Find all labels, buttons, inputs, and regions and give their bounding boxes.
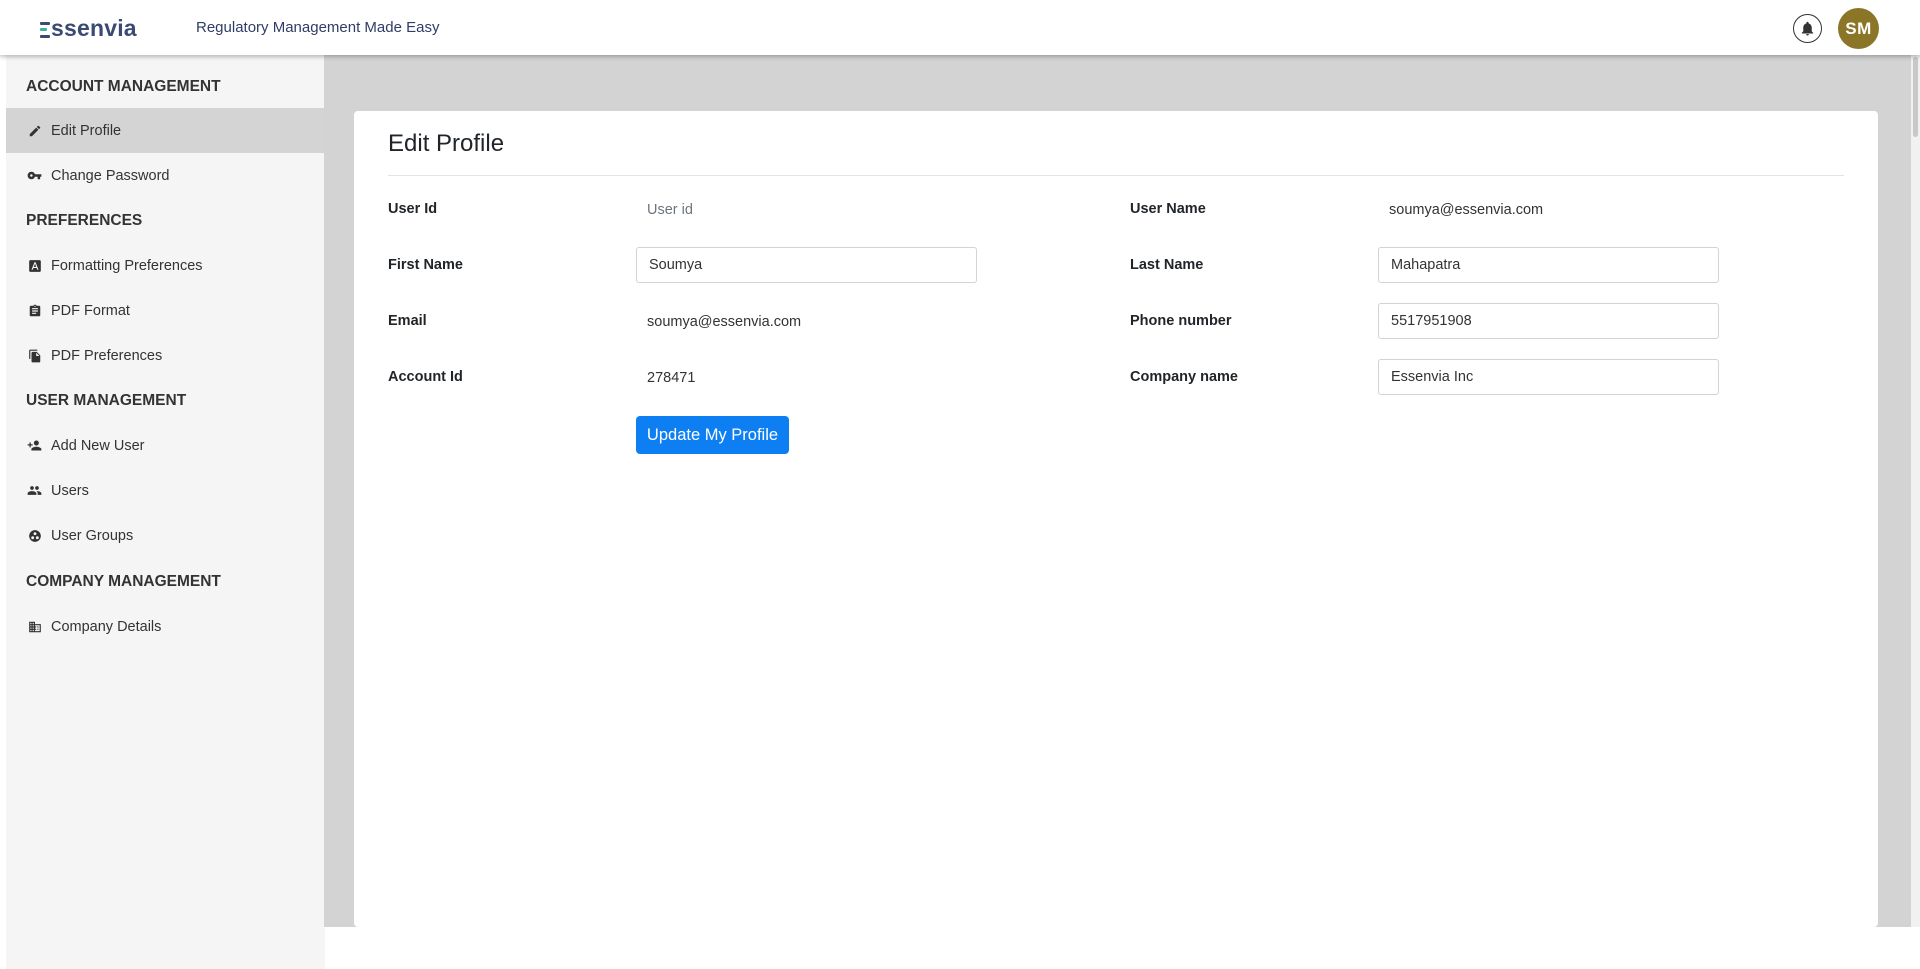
- update-profile-button[interactable]: Update My Profile: [636, 416, 789, 454]
- account-id-value: 278471: [647, 370, 696, 386]
- person-add-icon: [27, 438, 42, 453]
- sidebar-item-users[interactable]: Users: [6, 468, 324, 513]
- section-preferences: PREFERENCES: [26, 212, 143, 229]
- logo-text: ssenvia: [51, 14, 137, 41]
- sidebar-item-change-password[interactable]: Change Password: [6, 153, 324, 198]
- essenvia-logo[interactable]: ssenvia: [40, 12, 137, 44]
- edit-profile-card: Edit Profile User Id User id User Name s…: [354, 111, 1878, 927]
- sidebar-item-label: PDF Preferences: [51, 347, 163, 364]
- sidebar-item-company-details[interactable]: Company Details: [6, 604, 324, 649]
- sidebar-item-label: Edit Profile: [51, 122, 122, 139]
- clipboard-icon: [27, 303, 42, 318]
- logo-e-mark: [40, 21, 50, 38]
- sidebar-item-pdf-preferences[interactable]: PDF Preferences: [6, 333, 324, 378]
- sidebar-item-add-new-user[interactable]: Add New User: [6, 423, 324, 468]
- company-name-field[interactable]: [1378, 359, 1719, 395]
- scrollbar-thumb[interactable]: [1913, 57, 1918, 137]
- sidebar-item-label: Users: [51, 482, 89, 499]
- copy-icon: [27, 348, 42, 363]
- pencil-icon: [27, 123, 42, 138]
- avatar[interactable]: SM: [1838, 8, 1879, 49]
- last-name-label: Last Name: [1130, 257, 1204, 273]
- phone-number-label: Phone number: [1130, 313, 1232, 329]
- divider: [388, 175, 1844, 176]
- section-user-management: USER MANAGEMENT: [26, 392, 187, 409]
- top-bar: ssenvia Regulatory Management Made Easy …: [0, 0, 1920, 55]
- key-icon: [27, 168, 42, 183]
- phone-number-field[interactable]: [1378, 303, 1719, 339]
- user-name-value: soumya@essenvia.com: [1389, 202, 1544, 218]
- sidebar-item-edit-profile[interactable]: Edit Profile: [6, 108, 324, 153]
- email-label: Email: [388, 313, 427, 329]
- user-name-label: User Name: [1130, 201, 1206, 217]
- page-scrollbar[interactable]: [1911, 55, 1920, 927]
- first-name-field[interactable]: [636, 247, 977, 283]
- sidebar-item-label: User Groups: [51, 527, 134, 544]
- tagline: Regulatory Management Made Easy: [196, 19, 440, 36]
- sidebar-item-label: Add New User: [51, 437, 145, 454]
- sidebar-item-formatting-preferences[interactable]: Formatting Preferences: [6, 243, 324, 288]
- sidebar-item-label: PDF Format: [51, 302, 130, 319]
- sidebar-item-label: Formatting Preferences: [51, 257, 203, 274]
- bell-icon[interactable]: [1793, 14, 1822, 43]
- page-title: Edit Profile: [388, 130, 505, 157]
- sidebar-item-pdf-format[interactable]: PDF Format: [6, 288, 324, 333]
- email-value: soumya@essenvia.com: [647, 314, 802, 330]
- group-work-icon: [27, 528, 42, 543]
- company-name-label: Company name: [1130, 369, 1238, 385]
- sidebar: ACCOUNT MANAGEMENT Edit Profile Change P…: [6, 55, 325, 969]
- user-id-field: User id: [647, 202, 693, 218]
- user-id-label: User Id: [388, 201, 438, 217]
- first-name-label: First Name: [388, 257, 463, 273]
- people-icon: [27, 483, 42, 498]
- sidebar-item-user-groups[interactable]: User Groups: [6, 513, 324, 558]
- section-account-management: ACCOUNT MANAGEMENT: [26, 78, 221, 95]
- sidebar-item-label: Change Password: [51, 167, 170, 184]
- font-icon: [27, 258, 42, 273]
- section-company-management: COMPANY MANAGEMENT: [26, 573, 221, 590]
- sidebar-item-label: Company Details: [51, 618, 162, 635]
- building-icon: [27, 619, 42, 634]
- last-name-field[interactable]: [1378, 247, 1719, 283]
- account-id-label: Account Id: [388, 369, 463, 385]
